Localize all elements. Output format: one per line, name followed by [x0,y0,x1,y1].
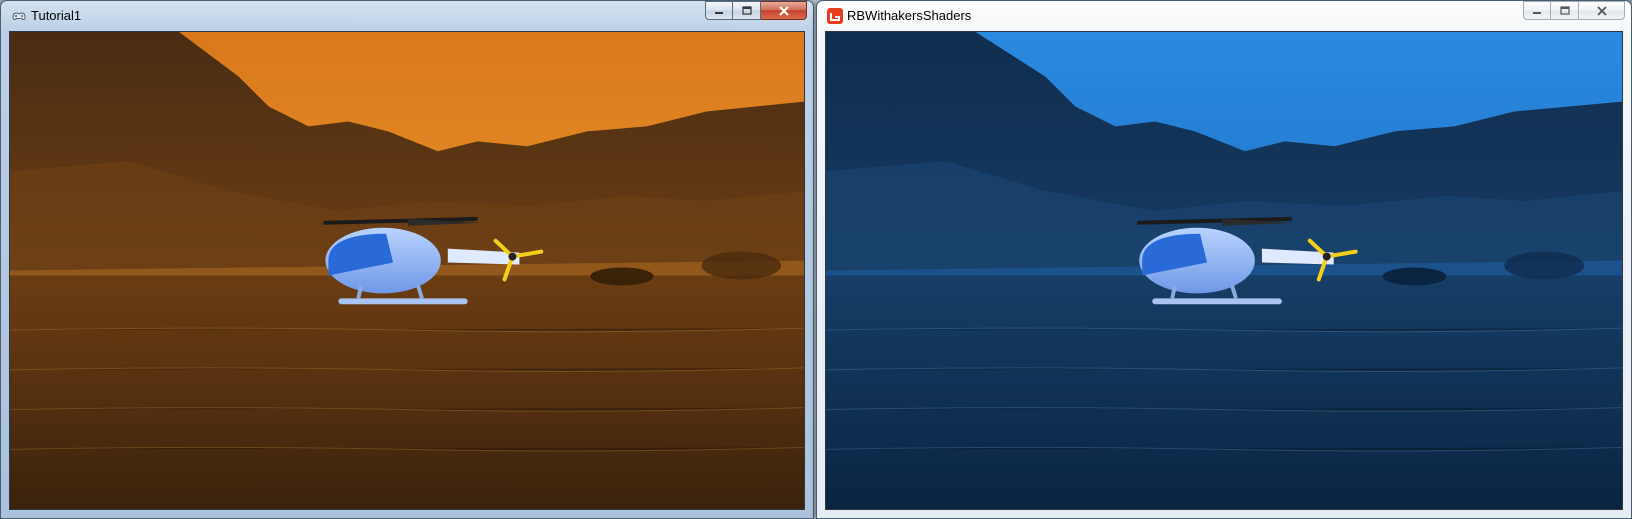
caption-buttons [705,1,807,21]
title-bar[interactable]: RBWithakersShaders [817,1,1631,31]
gamepad-icon [11,8,27,24]
close-icon [778,5,789,16]
maximize-icon [741,6,752,15]
minimize-button[interactable] [1523,1,1551,20]
window-title: Tutorial1 [31,8,82,23]
game-viewport[interactable] [825,31,1623,510]
game-viewport[interactable] [9,31,805,510]
minimize-icon [1533,11,1541,14]
title-bar[interactable]: Tutorial1 [1,1,813,31]
maximize-button[interactable] [1551,1,1579,20]
window-tutorial1[interactable]: Tutorial1 [0,0,814,519]
blue-lake-scene [826,32,1622,509]
monogame-icon [827,8,843,24]
sunset-lake-scene [10,32,804,509]
close-button[interactable] [761,1,807,20]
minimize-button[interactable] [705,1,733,20]
maximize-icon [1559,6,1570,15]
maximize-button[interactable] [733,1,761,20]
caption-buttons [1523,1,1625,21]
close-icon [1596,5,1607,16]
window-title: RBWithakersShaders [847,8,972,23]
window-rbwithakersshaders[interactable]: RBWithakersShaders [816,0,1632,519]
close-button[interactable] [1579,1,1625,20]
minimize-icon [715,11,723,14]
